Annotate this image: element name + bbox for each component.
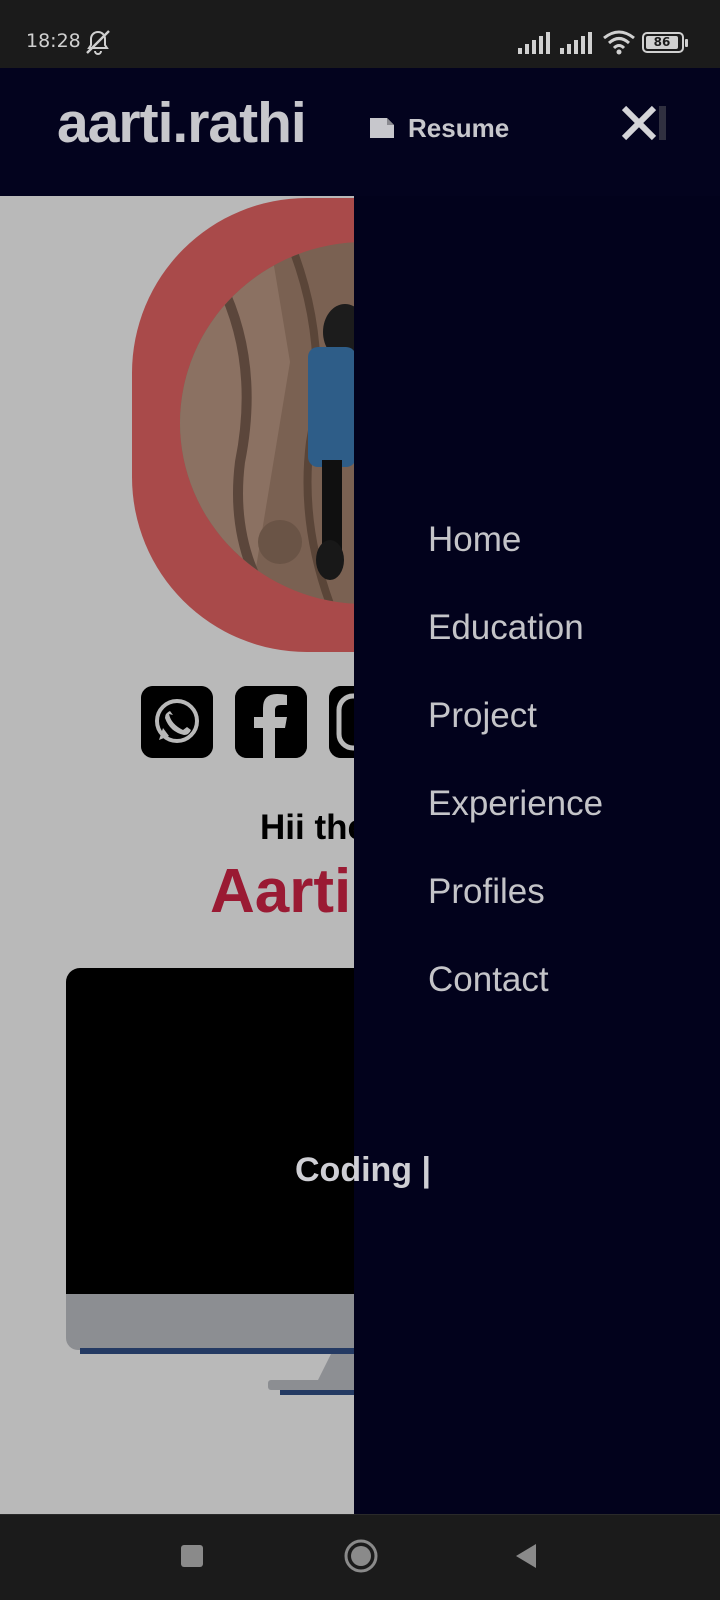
screen: 18:28 86 aarti.rathi Resume Hii the Aart… — [0, 0, 720, 1600]
hero-name: Aarti — [210, 857, 352, 926]
drawer-item-project[interactable]: Project — [428, 698, 603, 786]
nav-drawer: Home Education Project Experience Profil… — [354, 196, 720, 1514]
close-icon[interactable] — [618, 102, 668, 152]
drawer-menu: Home Education Project Experience Profil… — [428, 522, 603, 1050]
resume-button[interactable]: Resume — [368, 108, 509, 148]
status-time: 18:28 — [26, 30, 81, 52]
wifi-icon — [603, 30, 635, 55]
drawer-item-profiles[interactable]: Profiles — [428, 874, 603, 962]
whatsapp-icon[interactable] — [141, 686, 213, 758]
battery-icon: 86 — [642, 32, 688, 53]
recents-icon[interactable] — [181, 1545, 203, 1567]
mute-notifications-icon — [86, 30, 110, 55]
drawer-item-experience[interactable]: Experience — [428, 786, 603, 874]
greeting-text: Hii the — [260, 808, 367, 847]
signal-icon — [518, 32, 550, 54]
file-icon — [370, 118, 394, 138]
status-bar: 18:28 86 — [0, 0, 720, 68]
app-header: aarti.rathi Resume — [0, 68, 720, 196]
back-icon[interactable] — [514, 1543, 538, 1569]
drawer-item-home[interactable]: Home — [428, 522, 603, 610]
home-icon[interactable] — [344, 1539, 378, 1573]
resume-label: Resume — [408, 112, 510, 143]
signal-icon — [560, 32, 592, 54]
drawer-item-education[interactable]: Education — [428, 610, 603, 698]
drawer-item-contact[interactable]: Contact — [428, 962, 603, 1050]
typing-text: Coding | — [295, 1151, 432, 1189]
battery-level: 86 — [653, 35, 671, 49]
brand-logo[interactable]: aarti.rathi — [57, 90, 307, 156]
system-nav-bar — [0, 1514, 720, 1600]
facebook-icon[interactable] — [235, 686, 307, 758]
